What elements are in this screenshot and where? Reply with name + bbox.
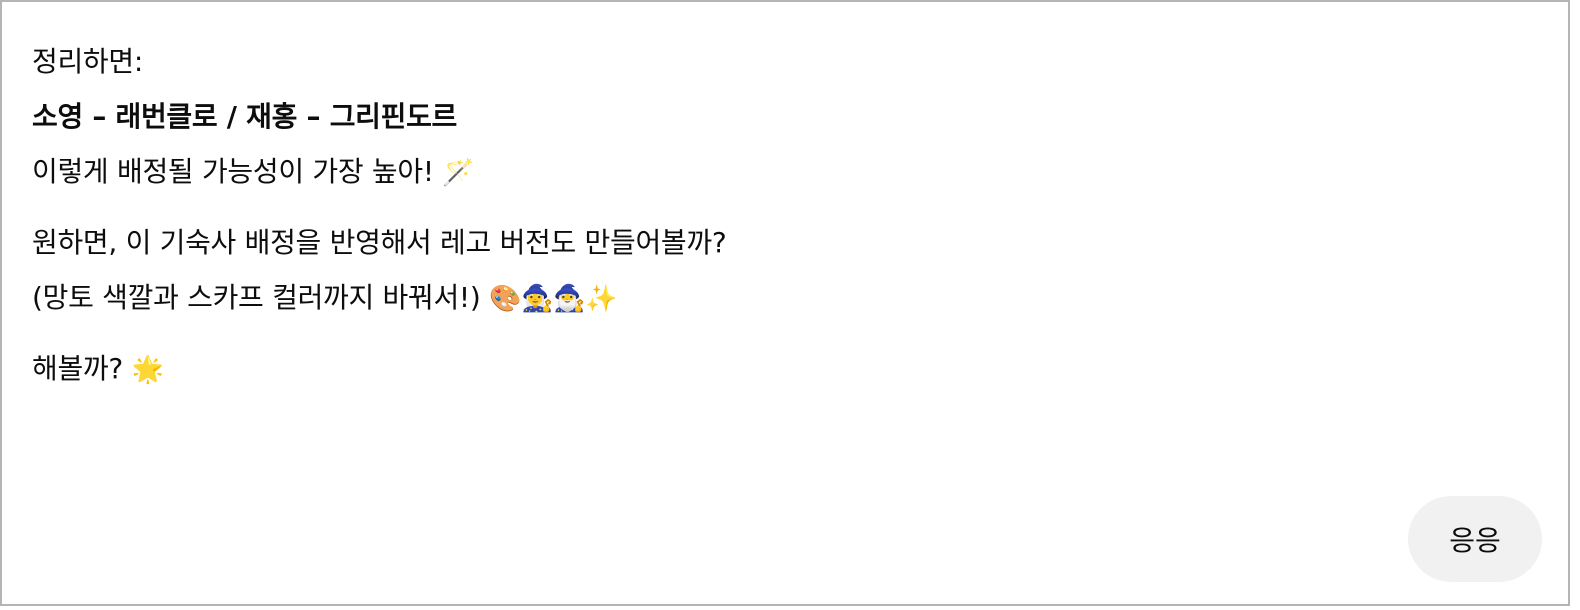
likelihood-label: 이렇게 배정될 가능성이 가장 높아! [32, 155, 434, 188]
chat-window: 정리하면: 소영 – 래번클로 / 재홍 – 그리핀도르 이렇게 배정될 가능성… [0, 0, 1570, 606]
customization-text: (망토 색깔과 스카프 컬러까지 바꿔서!) 🎨🧙‍♀️🧙‍♂️✨ [32, 278, 1132, 319]
likelihood-text: 이렇게 배정될 가능성이 가장 높아! 🪄 [32, 152, 1132, 193]
assistant-message: 정리하면: 소영 – 래번클로 / 재홍 – 그리핀도르 이렇게 배정될 가능성… [32, 42, 1132, 390]
user-message-bubble: 응응 [1408, 496, 1542, 582]
palette-wizards-sparkles-icon: 🎨🧙‍♀️🧙‍♂️✨ [489, 284, 618, 314]
summary-label: 정리하면: [32, 45, 143, 78]
closing-question: 해볼까? 🌟 [32, 349, 1132, 390]
house-assignment: 소영 – 래번클로 / 재홍 – 그리핀도르 [32, 100, 457, 133]
user-message-text: 응응 [1449, 524, 1501, 557]
lego-offer-text: 원하면, 이 기숙사 배정을 반영해서 레고 버전도 만들어볼까? [32, 226, 727, 259]
magic-wand-icon: 🪄 [442, 158, 475, 188]
glowing-star-icon: 🌟 [131, 355, 164, 385]
closing-label: 해볼까? [32, 352, 123, 385]
customization-label: (망토 색깔과 스카프 컬러까지 바꿔서!) [32, 281, 481, 314]
